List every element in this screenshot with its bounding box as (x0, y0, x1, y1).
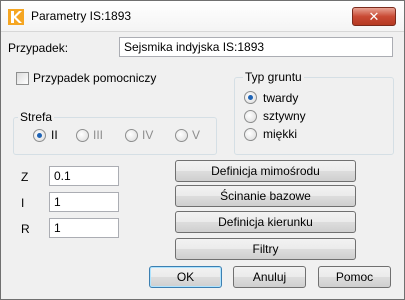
base-shear-button[interactable]: Ścinanie bazowe (175, 185, 356, 207)
zone-radio-3[interactable] (76, 129, 89, 142)
param-z-label: Z (21, 170, 29, 184)
auxiliary-case-checkbox[interactable] (16, 72, 29, 85)
case-label: Przypadek: (8, 41, 69, 55)
zone-radio-4[interactable] (125, 129, 138, 142)
soil-option-soft-label: miękki (263, 127, 298, 141)
help-button[interactable]: Pomoc (318, 266, 391, 288)
param-z-field[interactable]: 0.1 (49, 166, 119, 186)
ok-button[interactable]: OK (149, 266, 222, 288)
zone-radio-2[interactable] (33, 129, 46, 142)
zone-option-2-label: II (51, 128, 58, 142)
zone-option-4-label: IV (142, 128, 154, 142)
dialog-window: Parametry IS:1893 ✕ Przypadek: Sejsmika … (0, 0, 405, 300)
title-bar[interactable]: Parametry IS:1893 ✕ (1, 1, 404, 32)
direction-definition-button[interactable]: Definicja kierunku (175, 211, 356, 233)
eccentricity-definition-button[interactable]: Definicja mimośrodu (175, 160, 356, 182)
soil-radio-hard[interactable] (244, 91, 257, 104)
window-title: Parametry IS:1893 (31, 9, 132, 23)
zone-option-5-label: V (192, 128, 201, 142)
soil-radio-soft[interactable] (244, 128, 257, 141)
param-r-field[interactable]: 1 (49, 218, 119, 238)
param-r-label: R (21, 222, 30, 236)
zone-title: Strefa (18, 110, 55, 124)
filters-button[interactable]: Filtry (175, 238, 356, 260)
auxiliary-case-label: Przypadek pomocniczy (33, 71, 157, 85)
soil-radio-stiff[interactable] (244, 110, 257, 123)
soil-type-group (234, 77, 394, 155)
soil-option-hard-label: twardy (263, 91, 299, 105)
zone-option-3-label: III (93, 128, 104, 142)
soil-option-stiff-label: sztywny (263, 109, 306, 123)
zone-radio-5[interactable] (175, 129, 188, 142)
app-logo-icon (8, 9, 24, 25)
param-i-field[interactable]: 1 (49, 192, 119, 212)
case-name-field[interactable]: Sejsmika indyjska IS:1893 (119, 37, 393, 57)
param-i-label: I (21, 196, 25, 210)
close-button[interactable]: ✕ (352, 7, 396, 26)
soil-type-title: Typ gruntu (243, 70, 304, 84)
cancel-button[interactable]: Anuluj (233, 266, 306, 288)
